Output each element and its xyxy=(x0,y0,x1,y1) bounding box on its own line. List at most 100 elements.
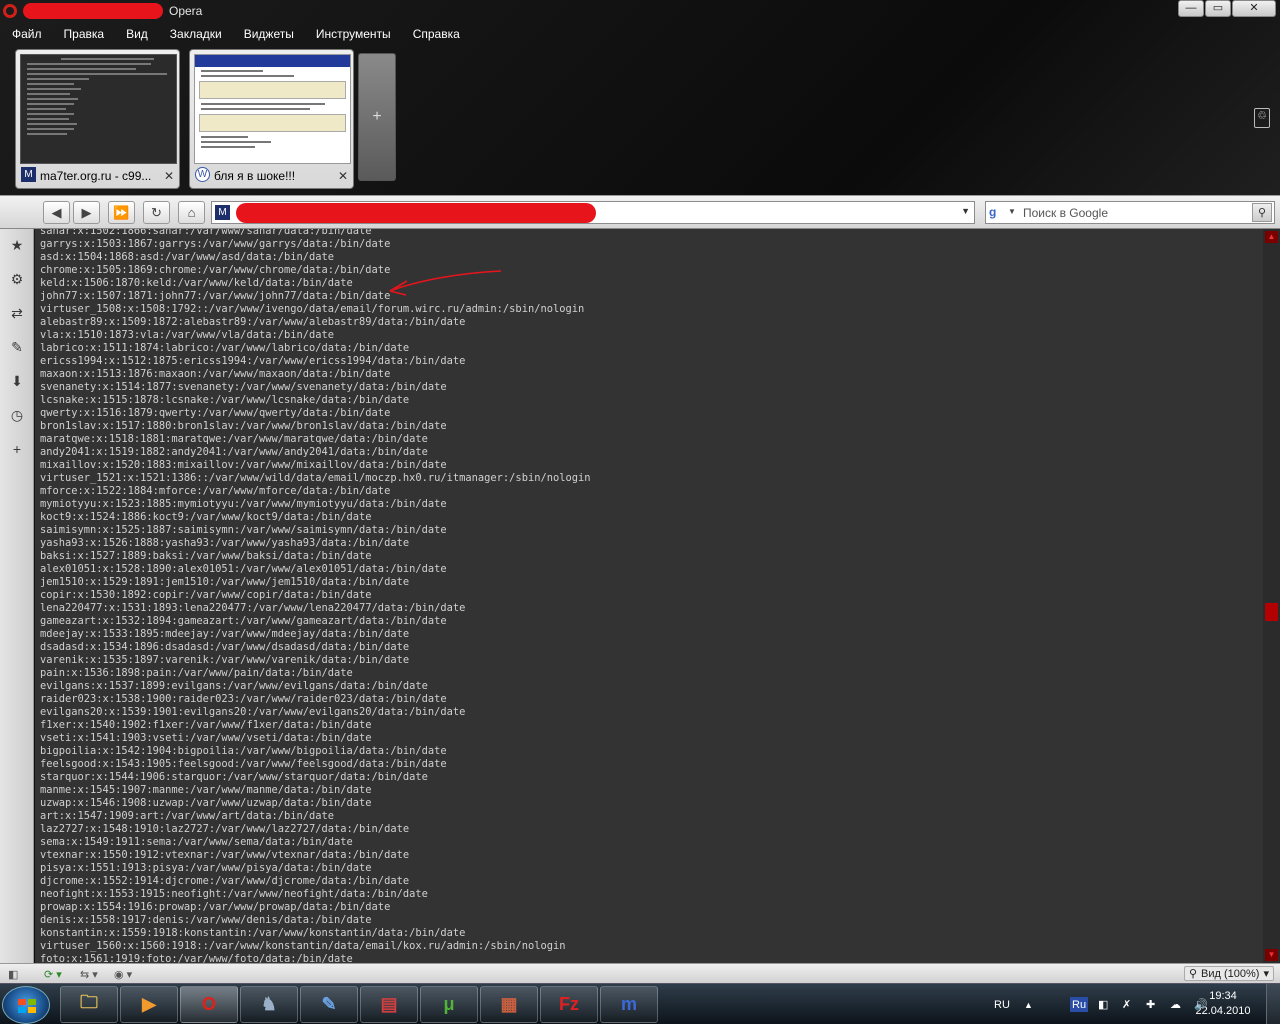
passwd-line: f1xer:x:1540:1902:f1xer:/var/www/f1xer/d… xyxy=(40,719,372,731)
tab-shock[interactable]: W бля я в шоке!!! ✕ xyxy=(189,49,354,189)
address-dropdown-icon[interactable]: ▼ xyxy=(961,206,970,216)
passwd-line: dsadasd:x:1534:1896:dsadasd:/var/www/dsa… xyxy=(40,641,410,653)
tray-expand-icon[interactable]: ▲ xyxy=(1024,984,1033,1024)
forward-button[interactable]: ▶ xyxy=(73,201,100,224)
desktop: Opera — ▭ ✕ Файл Правка Вид Закладки Вид… xyxy=(0,0,1280,1024)
passwd-line: mdeejay:x:1533:1895:mdeejay:/var/www/mde… xyxy=(40,628,410,640)
fast-forward-button[interactable]: ⏩ xyxy=(108,201,135,224)
search-engine-dropdown-icon[interactable]: ▼ xyxy=(1008,207,1016,216)
passwd-line: uzwap:x:1546:1908:uzwap:/var/www/uzwap/d… xyxy=(40,797,372,809)
privacy-icon[interactable]: ◉ ▾ xyxy=(114,966,132,982)
passwd-line: keld:x:1506:1870:keld:/var/www/keld/data… xyxy=(40,277,353,289)
passwd-line: manme:x:1545:1907:manme:/var/www/manme/d… xyxy=(40,784,372,796)
passwd-line: bron1slav:x:1517:1880:bron1slav:/var/www… xyxy=(40,420,447,432)
passwd-line: konstantin:x:1559:1918:konstantin:/var/w… xyxy=(40,927,466,939)
language-indicator[interactable]: RU xyxy=(994,984,1010,1024)
passwd-line: djcrome:x:1552:1914:djcrome:/var/www/djc… xyxy=(40,875,410,887)
passwd-line: mforce:x:1522:1884:mforce:/var/www/mforc… xyxy=(40,485,391,497)
taskbar-document-icon[interactable]: ▤ xyxy=(360,986,418,1023)
zoom-label: Вид (100%) xyxy=(1201,967,1260,980)
menu-tools[interactable]: Инструменты xyxy=(316,27,391,41)
passwd-line: sema:x:1549:1911:sema:/var/www/sema/data… xyxy=(40,836,353,848)
zoom-control[interactable]: ⚲ Вид (100%) ▾ xyxy=(1183,966,1274,981)
start-button[interactable] xyxy=(2,986,50,1024)
history-icon[interactable]: ◷ xyxy=(7,405,27,425)
address-field[interactable]: M ▼ xyxy=(211,201,975,224)
taskbar-archive-icon[interactable]: ▦ xyxy=(480,986,538,1023)
sync-icon[interactable]: ⟳ ▾ xyxy=(44,966,62,982)
tab-close-icon[interactable]: ✕ xyxy=(164,169,174,183)
passwd-line: yasha93:x:1526:1888:yasha93:/var/www/yas… xyxy=(40,537,410,549)
zoom-dropdown-icon: ▾ xyxy=(1263,968,1269,980)
add-panel-icon[interactable]: + xyxy=(7,439,27,459)
menu-help[interactable]: Справка xyxy=(413,27,460,41)
site-favicon: M xyxy=(215,205,230,220)
menu-edit[interactable]: Правка xyxy=(64,27,105,41)
back-button[interactable]: ◀ xyxy=(43,201,70,224)
trash-icon[interactable]: ♲ xyxy=(1254,108,1270,128)
menu-widgets[interactable]: Виджеты xyxy=(244,27,294,41)
taskbar-filezilla-icon[interactable]: Fz xyxy=(540,986,598,1023)
title-bar: Opera — ▭ ✕ xyxy=(0,0,1280,22)
passwd-line: virtuser_1560:x:1560:1918::/var/www/kons… xyxy=(40,940,566,952)
close-button[interactable]: ✕ xyxy=(1232,0,1276,17)
scroll-down-icon[interactable]: ▼ xyxy=(1265,949,1278,961)
transfers-icon[interactable]: ⇄ xyxy=(7,303,27,323)
taskbar-opera-icon[interactable]: O xyxy=(180,986,238,1023)
taskbar-media-player-icon[interactable]: ▶ xyxy=(120,986,178,1023)
scroll-up-icon[interactable]: ▲ xyxy=(1265,231,1278,243)
opera-logo-icon[interactable] xyxy=(3,4,17,18)
search-go-icon[interactable]: ⚲ xyxy=(1252,203,1272,222)
taskbar-explorer-icon[interactable]: 🗀 xyxy=(60,986,118,1023)
tray-icon[interactable]: ✚ xyxy=(1146,984,1155,1024)
navigation-bar: ◀ ▶ ⏩ ↻ ⌂ M ▼ g ▼ Поиск в Google ⚲ xyxy=(0,195,1280,229)
passwd-line: john77:x:1507:1871:john77:/var/www/john7… xyxy=(40,290,391,302)
taskbar-messenger-icon[interactable]: m xyxy=(600,986,658,1023)
passwd-line: vla:x:1510:1873:vla:/var/www/vla/data:/b… xyxy=(40,329,335,341)
scroll-thumb[interactable] xyxy=(1265,603,1278,621)
passwd-line: gameazart:x:1532:1894:gameazart:/var/www… xyxy=(40,615,447,627)
show-desktop-button[interactable] xyxy=(1266,984,1280,1024)
google-icon[interactable]: g xyxy=(989,205,1005,220)
home-button[interactable]: ⌂ xyxy=(178,201,205,224)
tab-close-icon[interactable]: ✕ xyxy=(338,169,348,183)
menu-bookmarks[interactable]: Закладки xyxy=(170,27,222,41)
tab-ma7ter[interactable]: M ma7ter.org.ru - c99... ✕ xyxy=(15,49,180,189)
passwd-line: evilgans20:x:1539:1901:evilgans20:/var/w… xyxy=(40,706,466,718)
passwd-line: koct9:x:1524:1886:koct9:/var/www/koct9/d… xyxy=(40,511,372,523)
vertical-scrollbar[interactable]: ▲ ▼ xyxy=(1263,229,1280,963)
widgets-icon[interactable]: ⚙ xyxy=(7,269,27,289)
passwd-line: laz2727:x:1548:1910:laz2727:/var/www/laz… xyxy=(40,823,410,835)
new-tab-button[interactable]: + xyxy=(358,53,396,181)
taskbar-counter-strike-icon[interactable]: ♞ xyxy=(240,986,298,1023)
bookmarks-icon[interactable]: ★ xyxy=(7,235,27,255)
minimize-button[interactable]: — xyxy=(1178,0,1204,17)
search-input[interactable]: Поиск в Google xyxy=(1023,206,1108,220)
maximize-button[interactable]: ▭ xyxy=(1205,0,1231,17)
tray-icon[interactable]: ☁ xyxy=(1170,984,1181,1024)
downloads-icon[interactable]: ⬇ xyxy=(7,371,27,391)
passwd-line: vseti:x:1541:1903:vseti:/var/www/vseti/d… xyxy=(40,732,372,744)
taskbar-notes-icon[interactable]: ✎ xyxy=(300,986,358,1023)
panel-toggle-icon[interactable]: ◧ xyxy=(8,966,18,982)
passwd-line: art:x:1547:1909:art:/var/www/art/data:/b… xyxy=(40,810,335,822)
tray-icon[interactable]: ✗ xyxy=(1122,984,1131,1024)
passwd-line: labrico:x:1511:1874:labrico:/var/www/lab… xyxy=(40,342,410,354)
passwd-line: lcsnake:x:1515:1878:lcsnake:/var/www/lcs… xyxy=(40,394,410,406)
passwd-line: mymiotyyu:x:1523:1885:mymiotyyu:/var/www… xyxy=(40,498,447,510)
passwd-line: vtexnar:x:1550:1912:vtexnar:/var/www/vte… xyxy=(40,849,410,861)
tray-icon[interactable]: ◧ xyxy=(1098,984,1108,1024)
menu-file[interactable]: Файл xyxy=(12,27,42,41)
tray-lang-icon[interactable]: Ru xyxy=(1070,997,1089,1012)
reload-button[interactable]: ↻ xyxy=(143,201,170,224)
passwd-line: lena220477:x:1531:1893:lena220477:/var/w… xyxy=(40,602,466,614)
notes-icon[interactable]: ✎ xyxy=(7,337,27,357)
search-field[interactable]: g ▼ Поиск в Google ⚲ xyxy=(985,201,1275,224)
menu-view[interactable]: Вид xyxy=(126,27,148,41)
turbo-icon[interactable]: ⇆ ▾ xyxy=(80,966,98,982)
tray-icon[interactable]: 🔊 xyxy=(1194,984,1208,1024)
passwd-line: maratqwe:x:1518:1881:maratqwe:/var/www/m… xyxy=(40,433,428,445)
taskbar-utorrent-icon[interactable]: μ xyxy=(420,986,478,1023)
passwd-line: denis:x:1558:1917:denis:/var/www/denis/d… xyxy=(40,914,372,926)
passwd-line: maxaon:x:1513:1876:maxaon:/var/www/maxao… xyxy=(40,368,391,380)
